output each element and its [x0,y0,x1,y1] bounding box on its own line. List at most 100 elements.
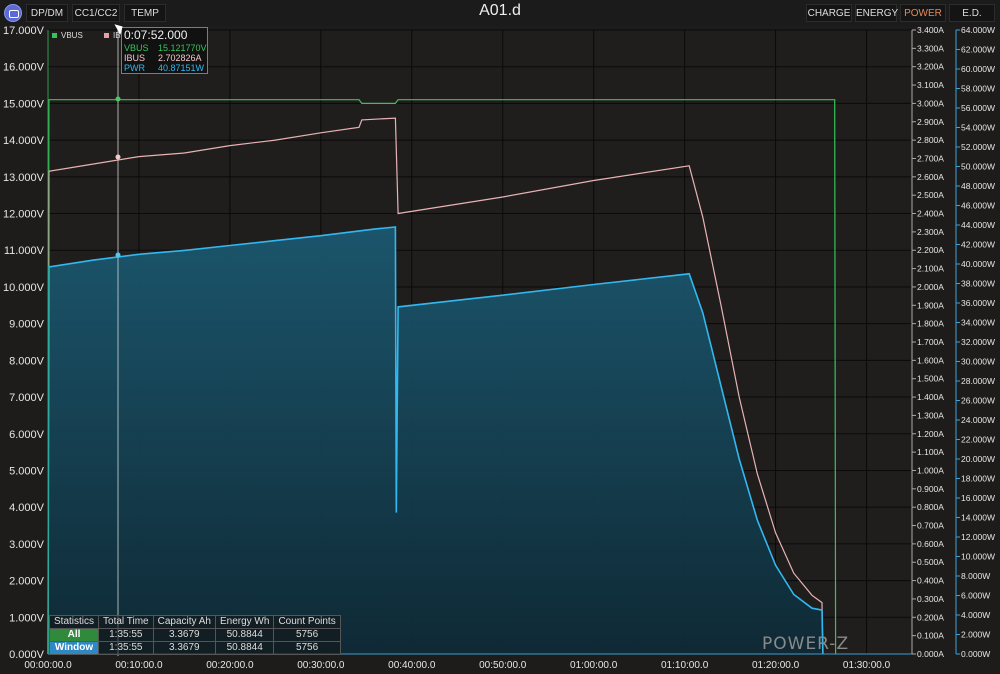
cursor-marker-vbus [115,96,121,102]
stats-header: Total Time [98,615,154,629]
right-tick-label: 56.000W [961,103,995,113]
left-tick-label: 4.000V [9,502,45,514]
right-tick-label: 46.000W [961,201,995,211]
tooltip-name-vbus: VBUS [124,43,149,53]
mid-tick-label: 2.900A [917,117,944,127]
legend-swatch-vbus [52,33,57,39]
stats-label-all[interactable]: All [48,628,100,642]
left-tick-label: 5.000V [9,465,45,477]
left-tick-label: 6.000V [9,429,45,441]
brand-watermark: POWER-Z [762,634,850,654]
left-tick-label: 10.000V [3,282,45,294]
tab-energy[interactable]: ENERGY [855,4,898,22]
x-tick-label: 00:40:00.0 [388,660,436,671]
right-tick-label: 24.000W [961,415,995,425]
left-tick-label: 11.000V [4,245,45,257]
mid-tick-label: 0.500A [917,557,944,567]
right-tick-label: 16.000W [961,493,995,503]
right-tick-label: 30.000W [961,357,995,367]
x-tick-label: 01:20:00.0 [752,660,800,671]
right-tick-label: 52.000W [961,142,995,152]
mid-tick-label: 2.300A [917,227,944,237]
mid-tick-label: 1.200A [917,429,944,439]
left-tick-label: 2.000V [9,576,45,588]
right-tick-label: 38.000W [961,279,995,289]
mid-tick-label: 0.200A [917,612,944,622]
right-tick-label: 0.000W [961,649,990,659]
legend-swatch-ibus [104,33,109,39]
right-tick-label: 8.000W [961,571,990,581]
legend-item-vbus[interactable]: VBUS [52,31,83,40]
tab-temp[interactable]: TEMP [124,4,166,22]
mid-tick-label: 0.400A [917,576,944,586]
stats-header: Statistics [48,615,100,629]
mid-tick-label: 3.200A [917,62,944,72]
tooltip-row-ibus: IBUS 2.702826A [124,53,208,63]
mid-tick-label: 1.300A [917,410,944,420]
x-tick-label: 00:10:00.0 [115,660,163,671]
stats-row-all: All 1:35:55 3.3679 50.8844 5756 [48,628,341,642]
stats-header: Energy Wh [214,615,275,629]
stats-label-window[interactable]: Window [48,641,100,655]
tab-dp-dm[interactable]: DP/DM [26,4,68,22]
left-tick-label: 0.000V [9,649,45,661]
right-tick-label: 44.000W [961,220,995,230]
left-tick-label: 13.000V [3,172,45,184]
mid-tick-label: 2.200A [917,245,944,255]
mid-tick-label: 1.500A [917,374,944,384]
x-tick-label: 01:30:00.0 [843,660,891,671]
mid-tick-label: 0.600A [917,539,944,549]
left-tick-label: 7.000V [9,392,45,404]
tooltip-time: 0:07:52.000 [124,28,188,42]
left-tick-label: 15.000V [3,98,45,110]
left-tick-label: 3.000V [9,539,45,551]
right-tick-label: 58.000W [961,84,995,94]
right-tick-label: 28.000W [961,376,995,386]
mid-tick-label: 1.700A [917,337,944,347]
file-title: A01.d [479,2,521,19]
mid-tick-label: 3.100A [917,80,944,90]
mid-tick-label: 2.500A [917,190,944,200]
mid-tick-label: 1.600A [917,355,944,365]
right-tick-label: 4.000W [961,610,990,620]
stats-cell: 5756 [273,641,341,655]
cursor-tooltip: 0:07:52.000 VBUS 15.121770V IBUS 2.702826A… [121,27,208,74]
stats-cell: 3.3679 [152,628,216,642]
right-tick-label: 64.000W [961,26,995,35]
left-tick-label: 14.000V [3,135,45,147]
mid-tick-label: 0.900A [917,484,944,494]
mid-tick-label: 0.300A [917,594,944,604]
app-logo-icon[interactable] [4,4,22,22]
right-tick-label: 22.000W [961,435,995,445]
tab-ed[interactable]: E.D. [949,4,995,22]
stats-header-row: Statistics Total Time Capacity Ah Energy… [48,615,341,629]
x-tick-label: 01:10:00.0 [661,660,709,671]
stats-header: Capacity Ah [152,615,216,629]
cursor-marker-pwr [115,252,121,258]
x-tick-label: 00:00:00.0 [24,660,72,671]
mid-tick-label: 0.800A [917,502,944,512]
right-tick-label: 60.000W [961,64,995,74]
stats-cell: 1:35:55 [98,641,154,655]
stats-cell: 50.8844 [214,641,275,655]
left-tick-label: 9.000V [9,319,45,331]
mid-tick-label: 2.600A [917,172,944,182]
cursor-marker-ibus [115,154,121,160]
x-tick-label: 00:20:00.0 [206,660,254,671]
right-tick-label: 6.000W [961,591,990,601]
mid-tick-label: 2.800A [917,135,944,145]
tab-charge[interactable]: CHARGE [806,4,852,22]
mid-tick-label: 3.000A [917,98,944,108]
stats-header: Count Points [273,615,341,629]
mid-tick-label: 1.800A [917,319,944,329]
mid-tick-label: 1.100A [917,447,944,457]
right-tick-label: 26.000W [961,396,995,406]
tab-power[interactable]: POWER [900,4,946,22]
right-tick-label: 40.000W [961,259,995,269]
stats-cell: 50.8844 [214,628,275,642]
right-tick-label: 48.000W [961,181,995,191]
tab-cc1-cc2[interactable]: CC1/CC2 [72,4,120,22]
right-tick-label: 54.000W [961,123,995,133]
right-tick-label: 36.000W [961,298,995,308]
power-chart[interactable]: 00:00:00.0 00:10:00.0 00:20:00.0 00:30:00.0… [0,26,1000,674]
